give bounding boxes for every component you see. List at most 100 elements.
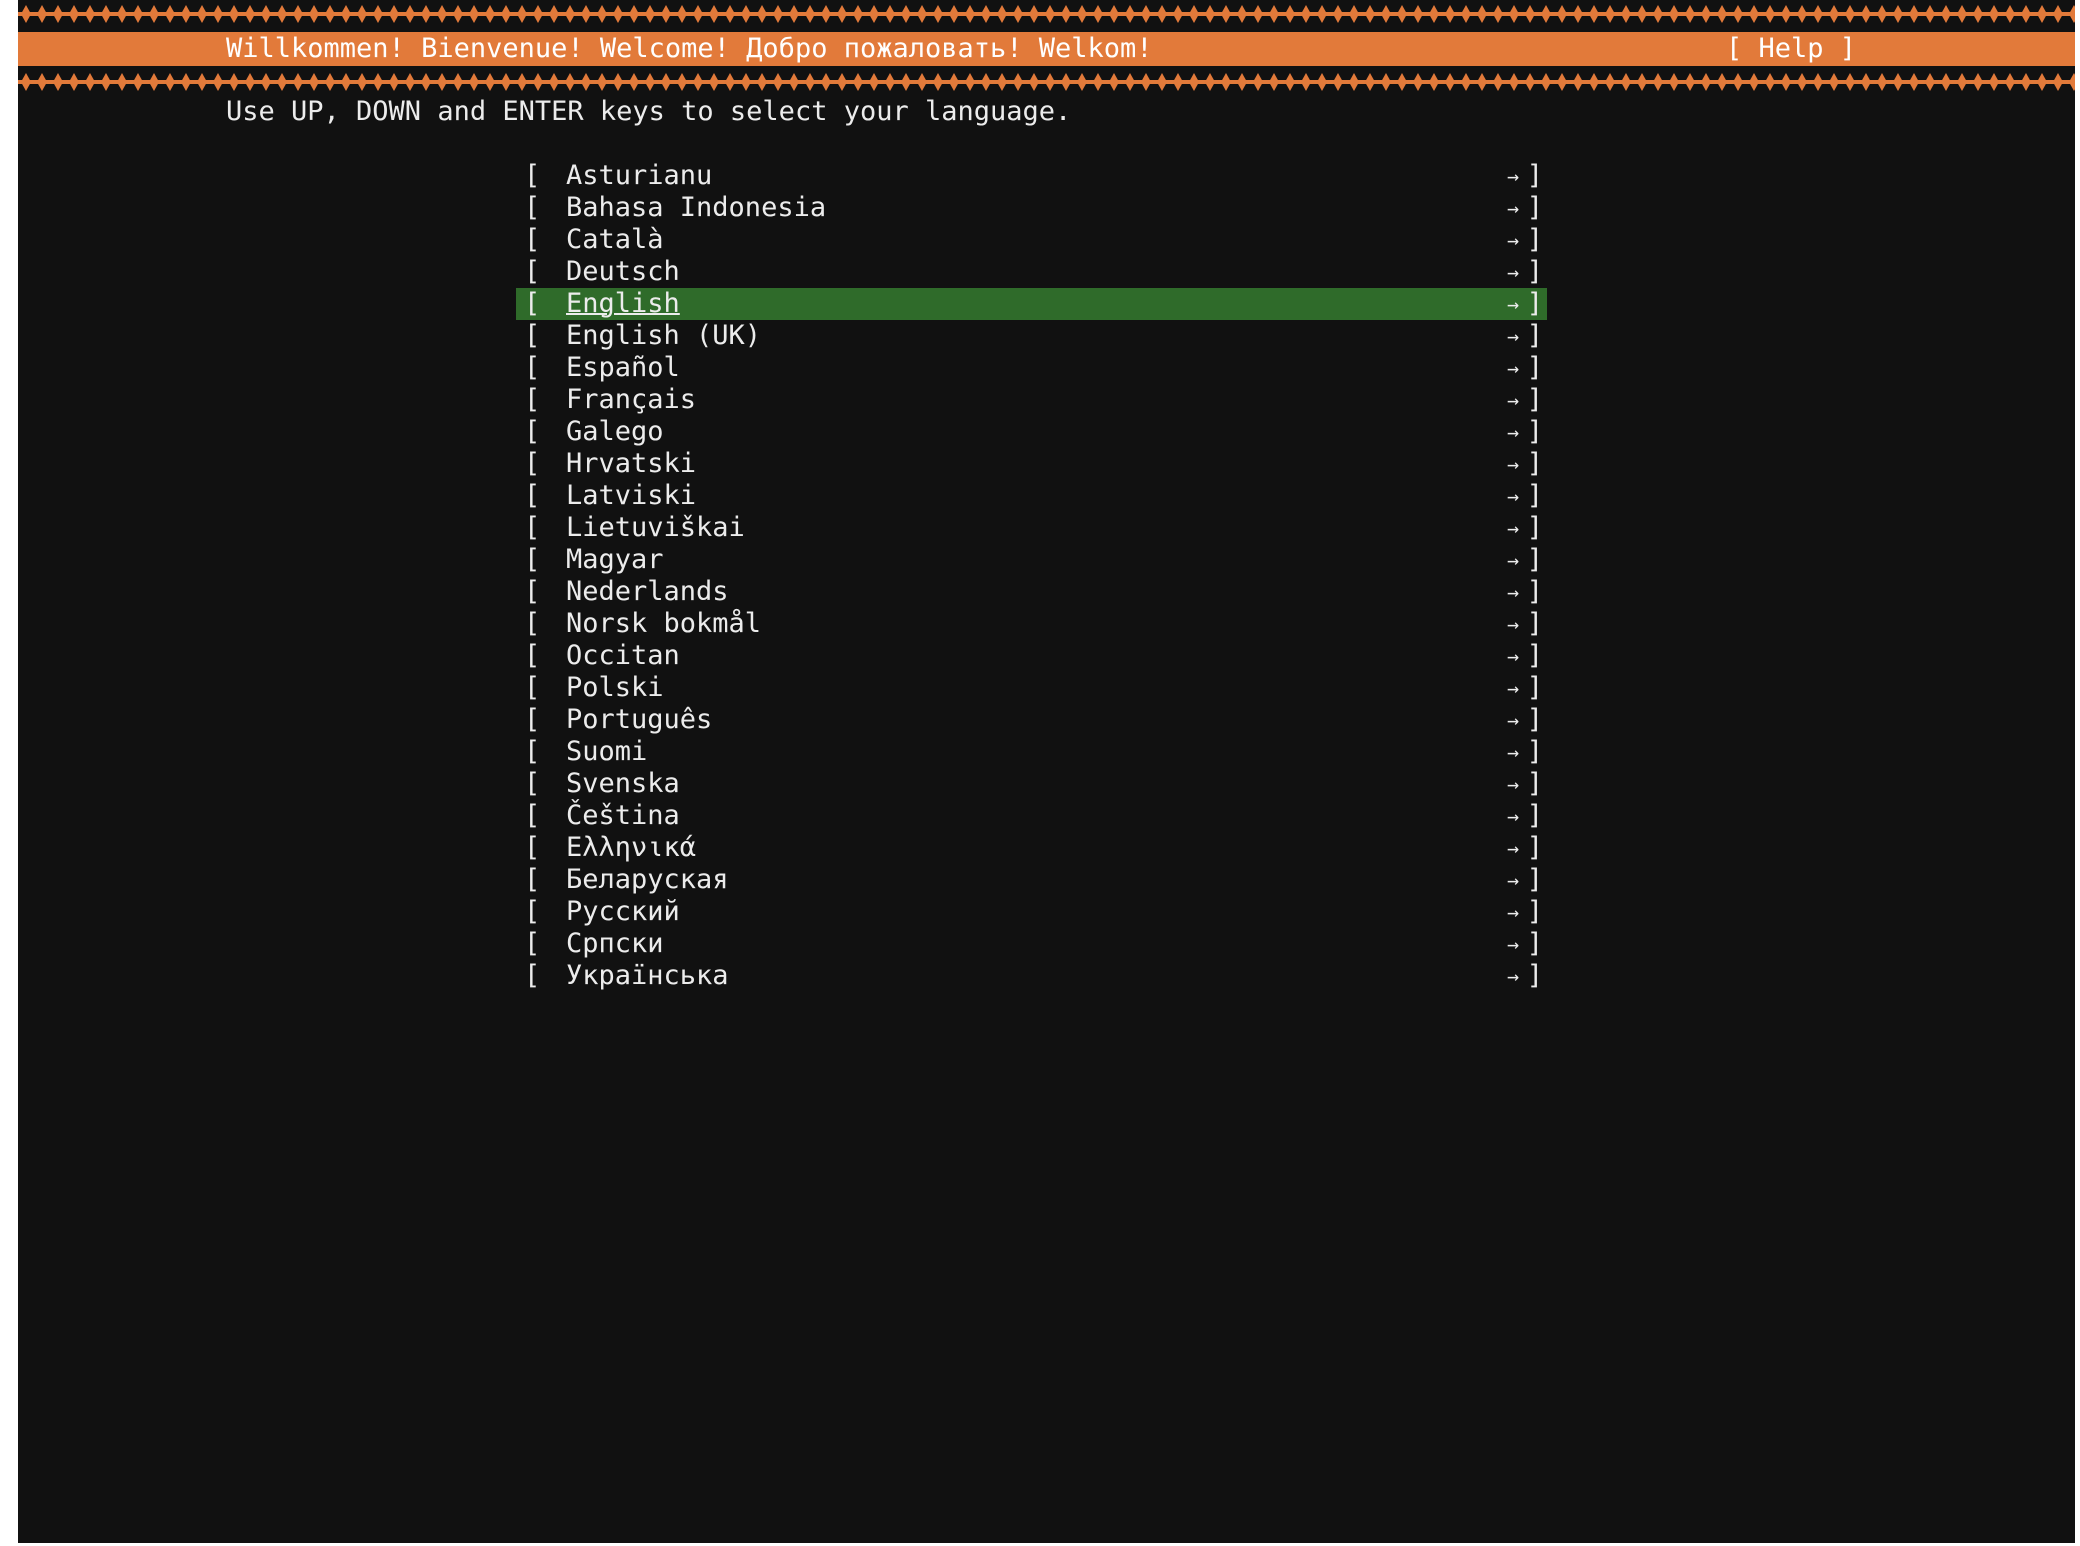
language-option[interactable]: [Polski →] bbox=[516, 672, 1547, 704]
arrow-right-icon: → bbox=[1506, 420, 1519, 444]
arrow-right-icon: → bbox=[1506, 964, 1519, 988]
bracket-open: [ bbox=[524, 480, 541, 511]
arrow-right-icon: → bbox=[1506, 836, 1519, 860]
bracket-open: [ bbox=[524, 576, 541, 607]
language-option[interactable]: [Norsk bokmål →] bbox=[516, 608, 1547, 640]
bracket-close: ] bbox=[1526, 864, 1543, 895]
language-option[interactable]: [Latviski →] bbox=[516, 480, 1547, 512]
bracket-close: ] bbox=[1526, 320, 1543, 351]
bracket-open: [ bbox=[524, 416, 541, 447]
bracket-open: [ bbox=[524, 736, 541, 767]
bracket-close: ] bbox=[1526, 704, 1543, 735]
bracket-open: [ bbox=[524, 704, 541, 735]
language-label: Ελληνικά bbox=[566, 832, 697, 863]
language-option[interactable]: [Čeština →] bbox=[516, 800, 1547, 832]
bracket-open: [ bbox=[524, 192, 541, 223]
arrow-right-icon: → bbox=[1506, 804, 1519, 828]
bracket-open: [ bbox=[524, 512, 541, 543]
bracket-open: [ bbox=[524, 768, 541, 799]
language-option[interactable]: [Deutsch →] bbox=[516, 256, 1547, 288]
bracket-open: [ bbox=[524, 864, 541, 895]
bracket-close: ] bbox=[1526, 544, 1543, 575]
bracket-open: [ bbox=[524, 288, 541, 319]
language-option[interactable]: [Português →] bbox=[516, 704, 1547, 736]
language-option[interactable]: [ Lietuviškai →] bbox=[516, 512, 1547, 544]
language-label: Polski bbox=[566, 672, 664, 703]
bracket-close: ] bbox=[1526, 512, 1543, 543]
language-option[interactable]: [Српски →] bbox=[516, 928, 1547, 960]
arrow-right-icon: → bbox=[1506, 388, 1519, 412]
help-button[interactable]: [ Help ] bbox=[1726, 32, 1856, 66]
language-option[interactable]: [ Ελληνικά →] bbox=[516, 832, 1547, 864]
welcome-title: Willkommen! Bienvenue! Welcome! Добро по… bbox=[226, 33, 1153, 64]
language-option[interactable]: [Українська →] bbox=[516, 960, 1547, 992]
language-option[interactable]: [English (UK) →] bbox=[516, 320, 1547, 352]
arrow-right-icon: → bbox=[1506, 932, 1519, 956]
bracket-open: [ bbox=[524, 160, 541, 191]
bracket-open: [ bbox=[524, 352, 541, 383]
bracket-close: ] bbox=[1526, 768, 1543, 799]
language-option[interactable]: [Svenska →] bbox=[516, 768, 1547, 800]
arrow-right-icon: → bbox=[1506, 548, 1519, 572]
arrow-right-icon: → bbox=[1506, 260, 1519, 284]
bracket-open: [ bbox=[524, 320, 541, 351]
bracket-close: ] bbox=[1526, 800, 1543, 831]
language-label: Lietuviškai bbox=[566, 512, 745, 543]
language-label: Asturianu bbox=[566, 160, 713, 191]
language-label: Deutsch bbox=[566, 256, 680, 287]
language-label: Galego bbox=[566, 416, 664, 447]
language-option[interactable]: [Suomi →] bbox=[516, 736, 1547, 768]
bracket-close: ] bbox=[1526, 288, 1543, 319]
bracket-close: ] bbox=[1526, 960, 1543, 991]
bracket-close: ] bbox=[1526, 480, 1543, 511]
arrow-right-icon: → bbox=[1506, 516, 1519, 540]
language-option[interactable]: [Hrvatski →] bbox=[516, 448, 1547, 480]
bracket-open: [ bbox=[524, 960, 541, 991]
bracket-open: [ bbox=[524, 448, 541, 479]
language-option[interactable]: [Français →] bbox=[516, 384, 1547, 416]
bracket-close: ] bbox=[1526, 416, 1543, 447]
language-option[interactable]: [Asturianu →] bbox=[516, 160, 1547, 192]
language-option[interactable]: [Nederlands →] bbox=[516, 576, 1547, 608]
arrow-right-icon: → bbox=[1506, 708, 1519, 732]
language-label: Беларуская bbox=[566, 864, 729, 895]
language-label: Català bbox=[566, 224, 664, 255]
language-option[interactable]: [ Galego →] bbox=[516, 416, 1547, 448]
bracket-close: ] bbox=[1526, 832, 1543, 863]
language-option[interactable]: [Русский →] bbox=[516, 896, 1547, 928]
language-label: Español bbox=[566, 352, 680, 383]
instruction-text: Use UP, DOWN and ENTER keys to select yo… bbox=[226, 96, 1072, 127]
bracket-open: [ bbox=[524, 672, 541, 703]
language-option[interactable]: [Magyar →] bbox=[516, 544, 1547, 576]
bracket-open: [ bbox=[524, 384, 541, 415]
bracket-open: [ bbox=[524, 608, 541, 639]
language-label: English (UK) bbox=[566, 320, 762, 351]
language-label: Српски bbox=[566, 928, 664, 959]
language-list: [Asturianu →] [Bahasa Indonesia →] [Català →]… bbox=[516, 160, 1547, 992]
arrow-right-icon: → bbox=[1506, 452, 1519, 476]
language-option[interactable]: [Català →] bbox=[516, 224, 1547, 256]
language-label: Svenska bbox=[566, 768, 680, 799]
language-option[interactable]: [English →] bbox=[516, 288, 1547, 320]
bracket-close: ] bbox=[1526, 352, 1543, 383]
bracket-open: [ bbox=[524, 896, 541, 927]
bracket-open: [ bbox=[524, 640, 541, 671]
language-label: Русский bbox=[566, 896, 680, 927]
bracket-close: ] bbox=[1526, 384, 1543, 415]
arrow-right-icon: → bbox=[1506, 292, 1519, 316]
bracket-open: [ bbox=[524, 544, 541, 575]
decorative-diamond-border-bottom bbox=[18, 68, 2075, 96]
language-option[interactable]: [ Español →] bbox=[516, 352, 1547, 384]
bracket-open: [ bbox=[524, 256, 541, 287]
language-label: Bahasa Indonesia bbox=[566, 192, 827, 223]
language-label: Norsk bokmål bbox=[566, 608, 762, 639]
language-option[interactable]: [Bahasa Indonesia →] bbox=[516, 192, 1547, 224]
bracket-open: [ bbox=[524, 832, 541, 863]
bracket-close: ] bbox=[1526, 736, 1543, 767]
arrow-right-icon: → bbox=[1506, 356, 1519, 380]
arrow-right-icon: → bbox=[1506, 740, 1519, 764]
bracket-close: ] bbox=[1526, 928, 1543, 959]
language-option[interactable]: [Беларуская →] bbox=[516, 864, 1547, 896]
language-option[interactable]: [Occitan →] bbox=[516, 640, 1547, 672]
installer-screen: Willkommen! Bienvenue! Welcome! Добро по… bbox=[18, 0, 2075, 1543]
